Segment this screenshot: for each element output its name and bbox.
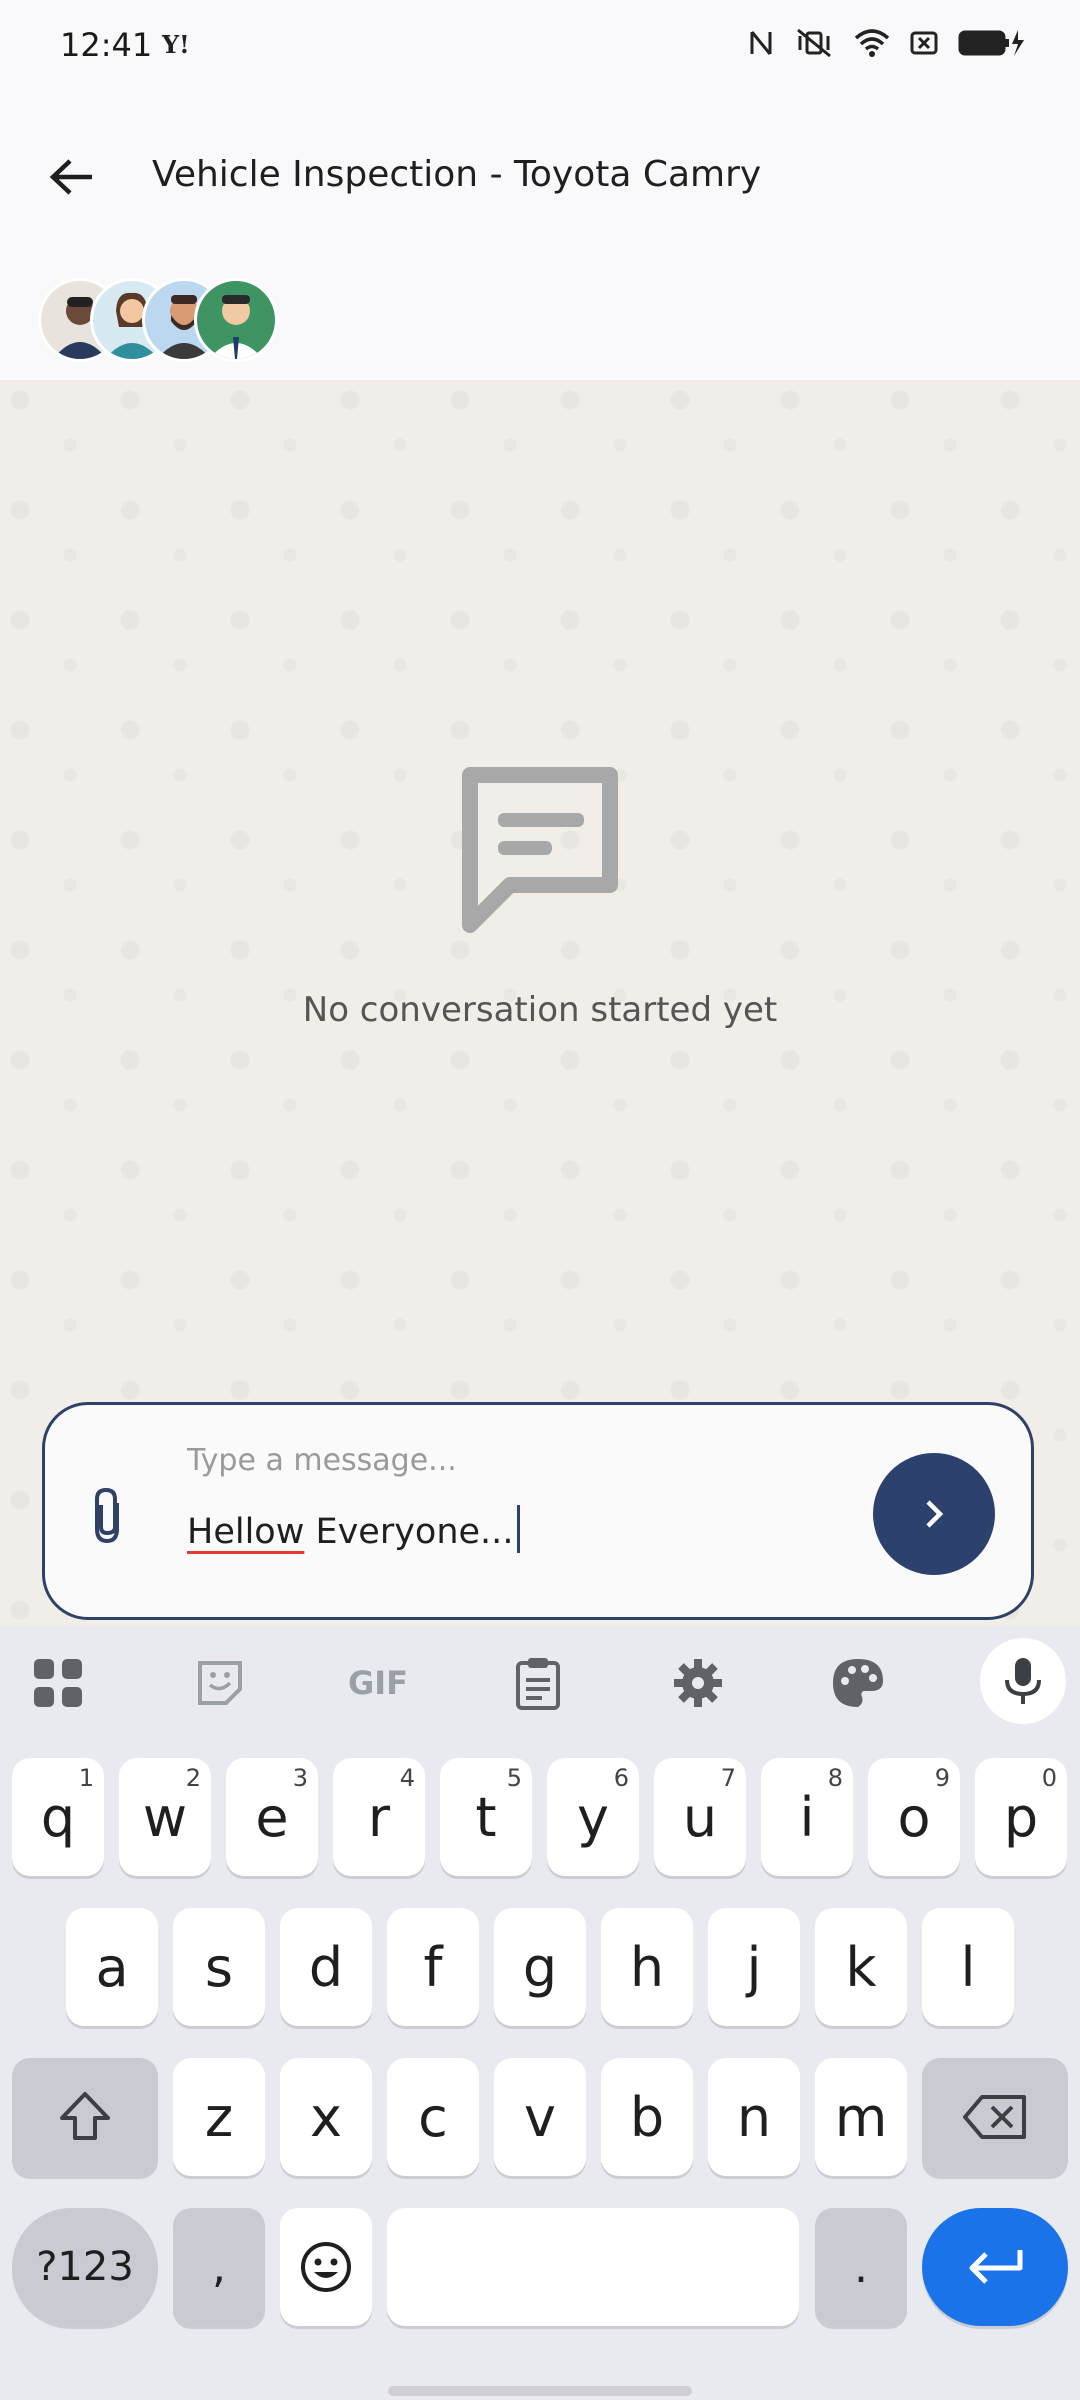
comma-key[interactable]: , (173, 2208, 265, 2326)
text-caret (517, 1505, 521, 1553)
key-x[interactable]: x (280, 2058, 372, 2176)
gesture-nav-handle[interactable] (388, 2386, 692, 2396)
app-notification-icon: Y! (162, 30, 190, 59)
key-f[interactable]: f (387, 1908, 479, 2026)
key-e[interactable]: e3 (226, 1758, 318, 1876)
enter-key[interactable] (922, 2208, 1068, 2326)
mic-icon (1005, 1658, 1041, 1704)
attach-button[interactable] (87, 1485, 127, 1549)
page-title: Vehicle Inspection - Toyota Camry (152, 154, 762, 195)
gif-button[interactable]: GIF (338, 1648, 418, 1718)
empty-state-text: No conversation started yet (302, 990, 778, 1030)
key-b[interactable]: b (601, 2058, 693, 2176)
message-composer: Type a message... Hellow Everyone... (42, 1402, 1034, 1620)
vibrate-off-icon (797, 28, 831, 58)
clipboard-icon (516, 1658, 560, 1710)
arrow-back-icon (49, 159, 92, 195)
clipboard-button[interactable] (498, 1648, 578, 1718)
key-h[interactable]: h (601, 1908, 693, 2026)
status-bar: 12:41 Y! (0, 0, 1080, 96)
key-d[interactable]: d (280, 1908, 372, 2026)
key-t[interactable]: t5 (440, 1758, 532, 1876)
back-button[interactable] (34, 140, 108, 214)
key-y[interactable]: y6 (547, 1758, 639, 1876)
send-button[interactable] (873, 1453, 995, 1575)
key-p[interactable]: p0 (975, 1758, 1067, 1876)
keyboard-settings-button[interactable] (658, 1648, 738, 1718)
key-q[interactable]: q1 (12, 1758, 104, 1876)
space-key[interactable] (387, 2208, 799, 2326)
gif-icon: GIF (347, 1664, 409, 1702)
message-input[interactable]: Hellow Everyone... (187, 1505, 521, 1553)
key-u[interactable]: u7 (654, 1758, 746, 1876)
shift-key[interactable] (12, 2058, 158, 2176)
key-z[interactable]: z (173, 2058, 265, 2176)
battery-charging-icon (958, 30, 1024, 56)
key-i[interactable]: i8 (761, 1758, 853, 1876)
status-time: 12:41 (60, 26, 153, 64)
typed-text: Everyone... (304, 1512, 514, 1552)
app-bar: Vehicle Inspection - Toyota Camry (0, 96, 1080, 380)
key-j[interactable]: j (708, 1908, 800, 2026)
avatar (194, 278, 278, 362)
backspace-icon (963, 2095, 1026, 2139)
message-placeholder: Type a message... (187, 1443, 457, 1478)
emoji-key[interactable] (280, 2208, 372, 2326)
key-n[interactable]: n (708, 2058, 800, 2176)
voice-input-button[interactable] (980, 1638, 1066, 1724)
sticker-button[interactable] (180, 1648, 260, 1718)
enter-icon (969, 2250, 1023, 2284)
key-k[interactable]: k (815, 1908, 907, 2026)
key-s[interactable]: s (173, 1908, 265, 2026)
chevron-right-icon (926, 1500, 944, 1528)
backspace-key[interactable] (922, 2058, 1068, 2176)
key-v[interactable]: v (494, 2058, 586, 2176)
key-r[interactable]: r4 (333, 1758, 425, 1876)
keyboard: GIF q1 w2 e3 r4 t5 y6 u7 i8 o9 p0 a s d … (0, 1626, 1080, 2400)
sticker-icon (198, 1661, 242, 1705)
key-o[interactable]: o9 (868, 1758, 960, 1876)
close-box-icon (910, 31, 938, 55)
status-icons (748, 28, 1026, 58)
nfc-icon (750, 31, 772, 55)
key-a[interactable]: a (66, 1908, 158, 2026)
shift-icon (60, 2092, 110, 2140)
period-key[interactable]: . (815, 2208, 907, 2326)
key-m[interactable]: m (815, 2058, 907, 2176)
key-w[interactable]: w2 (119, 1758, 211, 1876)
apps-button[interactable] (18, 1648, 98, 1718)
key-c[interactable]: c (387, 2058, 479, 2176)
key-l[interactable]: l (922, 1908, 1014, 2026)
misspelled-word[interactable]: Hellow (187, 1512, 304, 1552)
key-g[interactable]: g (494, 1908, 586, 2026)
gear-icon (674, 1659, 722, 1707)
chat-bubble-icon (462, 767, 618, 933)
palette-icon (833, 1659, 883, 1707)
keyboard-toolbar: GIF (0, 1626, 1080, 1732)
symbols-key[interactable]: ?123 (12, 2208, 158, 2326)
theme-button[interactable] (818, 1648, 898, 1718)
paperclip-icon (95, 1487, 119, 1544)
emoji-icon (301, 2242, 351, 2292)
apps-icon (34, 1659, 82, 1707)
wifi-icon (854, 29, 890, 57)
